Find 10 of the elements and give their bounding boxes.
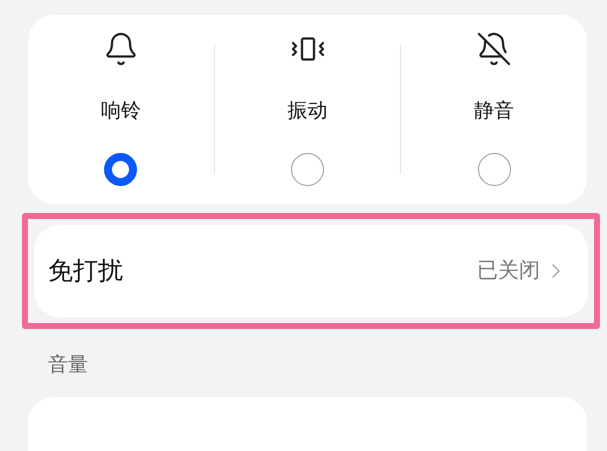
mode-radio[interactable] xyxy=(291,152,324,186)
bell-off-icon xyxy=(476,31,512,67)
do-not-disturb-row[interactable]: 免打扰 已关闭 xyxy=(34,224,588,317)
mode-label: 振动 xyxy=(288,96,328,124)
mode-radio[interactable] xyxy=(478,152,511,186)
mode-radio[interactable] xyxy=(104,152,138,186)
mode-label: 静音 xyxy=(474,96,514,124)
status-text: 已关闭 xyxy=(477,256,540,284)
mode-label: 响铃 xyxy=(100,96,141,124)
section-title: 音量 xyxy=(48,350,89,378)
